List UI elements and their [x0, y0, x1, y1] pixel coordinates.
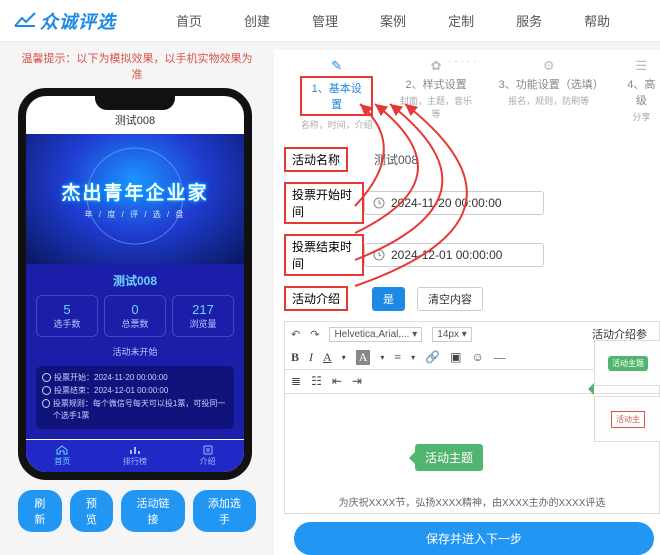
nav-home[interactable]: 首页 — [176, 11, 202, 30]
ul-icon[interactable]: ≣ — [291, 374, 301, 389]
info-box: 投票开始：2024-11-20 00:00:00 投票结束：2024-12-01… — [36, 366, 234, 429]
font-size-select[interactable]: 14px ▾ — [432, 327, 472, 342]
more-icon: ☰ — [623, 58, 660, 74]
step-func[interactable]: ⚙3、功能设置（选填）报名，规则，防刷等 — [499, 58, 599, 131]
step-basic[interactable]: ✎ 1、基本设置 名称，时间，介绍 — [300, 58, 373, 131]
theme-tag[interactable]: 活动主题 — [415, 444, 483, 471]
label-start: 投票开始时间 — [284, 182, 364, 224]
hr-icon[interactable]: — — [494, 350, 506, 365]
end-time-input[interactable]: 2024-12-01 00:00:00 — [364, 243, 544, 267]
intro-toggle[interactable]: 是 — [372, 287, 405, 311]
phone-notch — [95, 96, 175, 110]
step-nav: ✎ 1、基本设置 名称，时间，介绍 ✿2、样式设置封面，主题，音乐等 ⚙3、功能… — [284, 58, 660, 137]
refresh-button[interactable]: 刷新 — [18, 490, 62, 532]
bold-icon[interactable]: B — [291, 350, 299, 365]
link-icon[interactable]: 🔗 — [425, 350, 440, 365]
nav-help[interactable]: 帮助 — [584, 11, 610, 30]
outdent-icon[interactable]: ⇤ — [332, 374, 342, 389]
tab-home[interactable]: 首页 — [26, 440, 99, 472]
clock-icon — [42, 399, 50, 408]
stat-views: 217浏览量 — [172, 295, 234, 337]
nav-manage[interactable]: 管理 — [312, 11, 338, 30]
clock-icon — [42, 373, 51, 382]
nav-create[interactable]: 创建 — [244, 11, 270, 30]
label-name: 活动名称 — [284, 147, 348, 172]
top-nav: 首页 创建 管理 案例 定制 服务 帮助 — [176, 11, 610, 30]
align-icon[interactable]: ≡ — [394, 350, 401, 365]
step-adv[interactable]: ☰4、高级分享 — [623, 58, 660, 131]
logo-icon — [14, 12, 36, 30]
bg-color-icon[interactable]: A — [356, 350, 371, 365]
undo-icon[interactable]: ↶ — [291, 328, 300, 341]
preview-column: 温馨提示：以下为模拟效果，以手机实物效果为准 测试008 杰出青年企业家 年 /… — [18, 50, 256, 555]
font-family-select[interactable]: Helvetica,Arial,... ▾ — [329, 327, 422, 342]
step-style[interactable]: ✿2、样式设置封面，主题，音乐等 — [397, 58, 474, 131]
indent-icon[interactable]: ⇥ — [352, 374, 362, 389]
nav-case[interactable]: 案例 — [380, 11, 406, 30]
star-icon: ✿ — [397, 58, 474, 74]
phone-frame: 测试008 杰出青年企业家 年 / 度 / 评 / 选 / 盘 测试008 5选… — [18, 88, 252, 480]
clock-icon — [42, 386, 51, 395]
tab-rank[interactable]: 排行榜 — [99, 440, 172, 472]
banner-title: 杰出青年企业家 — [61, 178, 208, 205]
nav-service[interactable]: 服务 — [516, 11, 542, 30]
logo-text: 众诚评选 — [40, 8, 116, 34]
emoji-icon[interactable]: ☺ — [471, 350, 483, 365]
clock-icon — [373, 197, 385, 209]
tab-intro[interactable]: 介绍 — [171, 440, 244, 472]
italic-icon[interactable]: I — [309, 350, 313, 365]
label-end: 投票结束时间 — [284, 234, 364, 276]
preview-buttons: 刷新 预览 活动链接 添加选手 — [18, 490, 256, 532]
preview-button[interactable]: 预览 — [70, 490, 114, 532]
link-button[interactable]: 活动链接 — [121, 490, 184, 532]
nav-custom[interactable]: 定制 — [448, 11, 474, 30]
clear-button[interactable]: 清空内容 — [417, 287, 483, 311]
phone-tabs: 首页 排行榜 介绍 — [26, 440, 244, 472]
image-icon[interactable]: ▣ — [450, 350, 461, 365]
logo: 众诚评选 — [14, 8, 116, 34]
redo-icon[interactable]: ↷ — [310, 328, 319, 341]
edit-icon: ✎ — [300, 58, 373, 74]
ol-icon[interactable]: ☷ — [311, 374, 322, 389]
banner: 杰出青年企业家 年 / 度 / 评 / 选 / 盘 — [26, 134, 244, 264]
settings-panel: ····· ✎ 1、基本设置 名称，时间，介绍 ✿2、样式设置封面，主题，音乐等… — [274, 50, 660, 555]
gear-icon: ⚙ — [499, 58, 599, 74]
phone-title: 测试008 — [26, 112, 244, 128]
status-line: 活动未开始 — [36, 345, 234, 358]
activity-name-value[interactable]: 测试008 — [374, 151, 418, 168]
add-player-button[interactable]: 添加选手 — [193, 490, 256, 532]
template-sidebar: 活动主题 活动主 — [594, 336, 660, 442]
start-time-input[interactable]: 2024-11-20 00:00:00 — [364, 191, 544, 215]
preview-tip: 温馨提示：以下为模拟效果，以手机实物效果为准 — [18, 50, 256, 82]
banner-subtitle: 年 / 度 / 评 / 选 / 盘 — [85, 209, 186, 220]
stat-players: 5选手数 — [36, 295, 98, 337]
template-card-1[interactable]: 活动主题 — [594, 340, 660, 386]
vote-panel: 测试008 5选手数 0总票数 217浏览量 活动未开始 投票开始：2024-1… — [26, 264, 244, 439]
font-color-icon[interactable]: A — [323, 350, 332, 365]
save-next-button[interactable]: 保存并进入下一步 — [294, 522, 654, 555]
panel-title: 测试008 — [36, 272, 234, 289]
template-card-2[interactable]: 活动主 — [594, 396, 660, 442]
clock-icon — [373, 249, 385, 261]
label-intro: 活动介绍 — [284, 286, 348, 311]
stat-votes: 0总票数 — [104, 295, 166, 337]
app-header: 众诚评选 首页 创建 管理 案例 定制 服务 帮助 — [0, 0, 660, 42]
